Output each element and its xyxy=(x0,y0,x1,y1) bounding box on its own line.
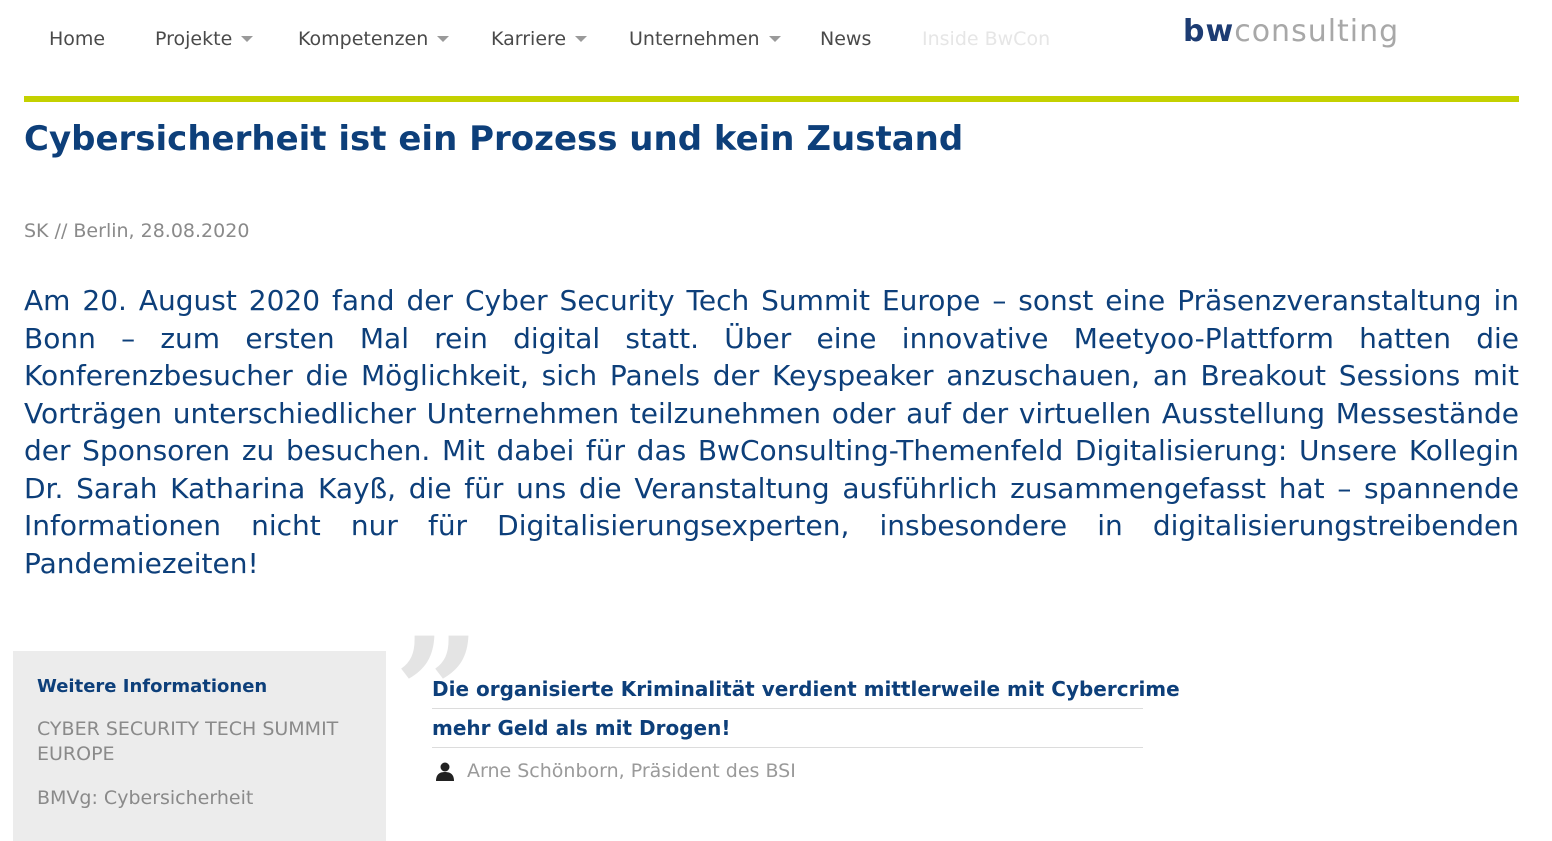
chevron-down-icon xyxy=(241,36,254,42)
logo-part-bw: bw xyxy=(1183,14,1235,49)
chevron-down-icon xyxy=(575,36,588,42)
article-title: Cybersicherheit ist ein Prozess und kein… xyxy=(24,119,964,159)
company-logo[interactable]: bwconsulting xyxy=(1183,16,1399,48)
main-navigation: Home Projekte Kompetenzen Karriere Unter… xyxy=(49,24,1050,54)
info-link-cyber-security-summit[interactable]: CYBER SECURITY TECH SUMMIT EUROPE xyxy=(37,717,362,767)
nav-item-unternehmen[interactable]: Unternehmen xyxy=(629,24,820,54)
nav-item-inside-bwcon[interactable]: Inside BwCon xyxy=(922,24,1050,54)
quote-line: mehr Geld als mit Drogen! xyxy=(432,709,1143,748)
nav-item-label: Projekte xyxy=(155,28,233,50)
article-byline: SK // Berlin, 28.08.2020 xyxy=(24,220,250,242)
nav-item-karriere[interactable]: Karriere xyxy=(491,24,629,54)
article-body: Am 20. August 2020 fand der Cyber Securi… xyxy=(24,284,1519,580)
nav-item-label: Karriere xyxy=(491,28,567,50)
quote-author: Arne Schönborn, Präsident des BSI xyxy=(432,760,1143,782)
further-info-box: Weitere Informationen CYBER SECURITY TEC… xyxy=(13,651,386,841)
pull-quote: Die organisierte Kriminalität verdient m… xyxy=(432,670,1180,782)
nav-item-kompetenzen[interactable]: Kompetenzen xyxy=(298,24,491,54)
logo-part-consulting: consulting xyxy=(1234,14,1400,49)
chevron-down-icon xyxy=(437,36,450,42)
nav-item-projekte[interactable]: Projekte xyxy=(155,24,298,54)
nav-item-label: Unternehmen xyxy=(629,28,760,50)
nav-item-label: News xyxy=(820,28,872,50)
quote-line: Die organisierte Kriminalität verdient m… xyxy=(432,670,1180,709)
info-link-bmvg-cybersicherheit[interactable]: BMVg: Cybersicherheit xyxy=(37,786,362,811)
nav-item-label: Home xyxy=(49,28,106,50)
person-icon xyxy=(436,762,454,781)
nav-item-label: Inside BwCon xyxy=(922,28,1051,50)
nav-item-home[interactable]: Home xyxy=(49,24,155,54)
nav-item-label: Kompetenzen xyxy=(298,28,429,50)
header-divider xyxy=(24,96,1519,102)
chevron-down-icon xyxy=(768,36,781,42)
nav-item-news[interactable]: News xyxy=(820,24,922,54)
info-box-title: Weitere Informationen xyxy=(37,676,268,697)
page: Home Projekte Kompetenzen Karriere Unter… xyxy=(0,0,1552,841)
quote-author-name: Arne Schönborn, Präsident des BSI xyxy=(467,760,796,782)
